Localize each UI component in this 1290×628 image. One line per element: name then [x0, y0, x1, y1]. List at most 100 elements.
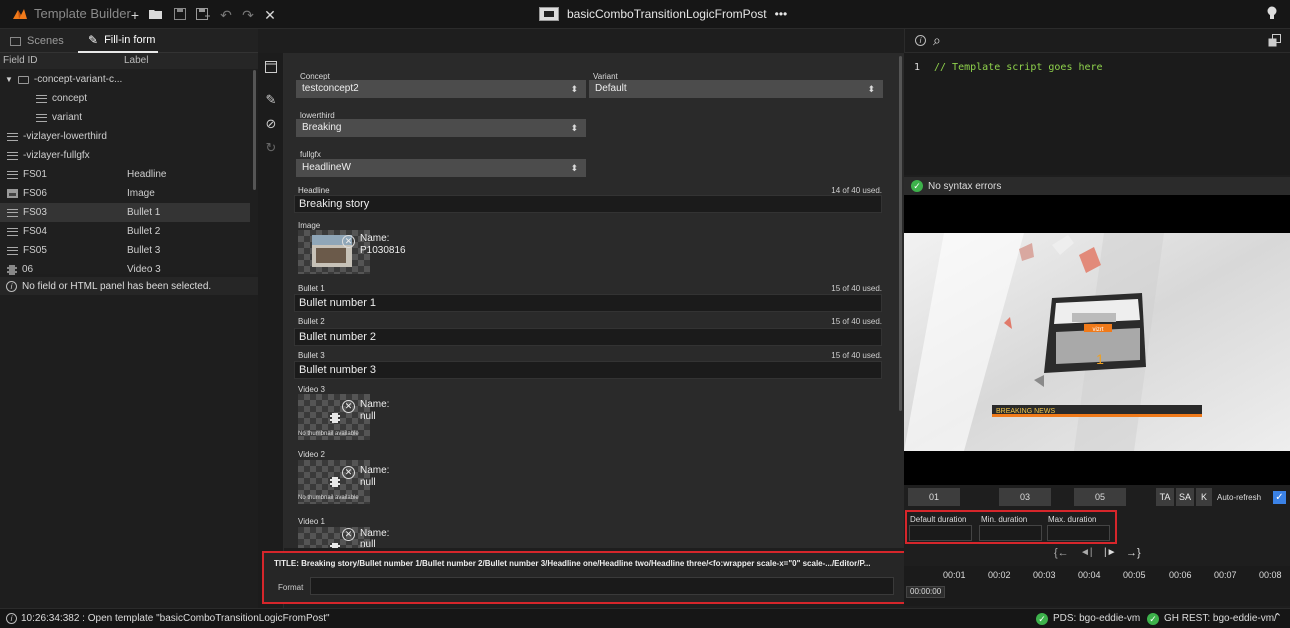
- undo-icon[interactable]: ↶: [218, 7, 234, 23]
- app-title-text: Template Builder: [34, 6, 131, 21]
- toggle-k[interactable]: K: [1196, 488, 1212, 506]
- headline-input[interactable]: Breaking story: [294, 195, 882, 213]
- bullet1-input[interactable]: Bullet number 1: [294, 294, 882, 312]
- chevron-up-icon[interactable]: ⌃: [1273, 611, 1282, 624]
- tree-row[interactable]: concept: [0, 89, 250, 108]
- gh-rest-status[interactable]: GH REST: bgo-eddie-vm/: [1164, 613, 1277, 624]
- marker-01[interactable]: 01: [908, 488, 960, 506]
- gh-rest-ok-icon: ✓: [1147, 613, 1159, 625]
- default-duration-input[interactable]: [909, 525, 972, 541]
- popout-icon[interactable]: [1268, 34, 1281, 50]
- format-input[interactable]: [310, 577, 894, 595]
- save-as-icon[interactable]: [195, 7, 211, 23]
- info-icon[interactable]: i: [915, 35, 926, 46]
- expand-arrow-icon[interactable]: ▼: [5, 70, 13, 89]
- save-icon[interactable]: [172, 7, 188, 23]
- variant-value: Default: [595, 83, 627, 94]
- tree-row-selected[interactable]: FS03 Bullet 1: [0, 203, 250, 222]
- field-label: Bullet 1: [127, 207, 161, 218]
- bullet3-input[interactable]: Bullet number 3: [294, 361, 882, 379]
- field-label: Image: [127, 188, 155, 199]
- close-icon[interactable]: ✕: [262, 7, 278, 23]
- redo-icon[interactable]: ↷: [240, 7, 256, 23]
- toggle-sa[interactable]: SA: [1176, 488, 1194, 506]
- go-to-end-icon[interactable]: →}: [1126, 547, 1141, 559]
- headline-label: Headline: [298, 186, 330, 195]
- clear-video1-icon[interactable]: ✕: [342, 528, 355, 541]
- field-list-scrollbar[interactable]: [253, 70, 256, 190]
- max-duration-label: Max. duration: [1048, 515, 1097, 524]
- lightbulb-icon[interactable]: [1266, 6, 1280, 22]
- script-toolbar: i ⌕: [904, 29, 1290, 53]
- step-back-icon[interactable]: ◄|: [1080, 547, 1093, 558]
- bullet2-input[interactable]: Bullet number 2: [294, 328, 882, 346]
- tick-label: 00:07: [1214, 570, 1237, 580]
- title-format-panel: TITLE: Breaking story/Bullet number 1/Bu…: [262, 551, 908, 604]
- lowerthird-select[interactable]: Breaking ⬍: [296, 119, 586, 137]
- field-id: FS03: [23, 207, 47, 218]
- bullet1-count: 15 of 40 used.: [831, 284, 882, 293]
- search-icon[interactable]: ⌕: [933, 32, 941, 49]
- concept-select[interactable]: testconcept2 ⬍: [296, 80, 586, 98]
- tree-row[interactable]: -vizlayer-lowerthird: [0, 127, 250, 146]
- edit-icon[interactable]: ✎: [264, 93, 278, 107]
- tree-row[interactable]: variant: [0, 108, 250, 127]
- folder-icon: [17, 75, 29, 84]
- clear-video3-icon[interactable]: ✕: [342, 400, 355, 413]
- panel-icon[interactable]: [264, 61, 278, 75]
- marker-05[interactable]: 05: [1074, 488, 1126, 506]
- tab-scenes[interactable]: Scenes: [0, 29, 78, 53]
- pds-ok-icon: ✓: [1036, 613, 1048, 625]
- open-folder-icon[interactable]: [148, 7, 164, 23]
- default-duration-label: Default duration: [910, 515, 967, 524]
- text-field-icon: [7, 132, 18, 141]
- form-scrollbar[interactable]: [899, 56, 902, 411]
- bullet3-count: 15 of 40 used.: [831, 351, 882, 360]
- marker-03[interactable]: 03: [999, 488, 1051, 506]
- tree-row[interactable]: ▼ -concept-variant-c...: [0, 70, 250, 89]
- no-selection-message: No field or HTML panel has been selected…: [22, 280, 212, 292]
- current-time[interactable]: 00:00:00: [906, 586, 946, 598]
- label-column[interactable]: Label: [124, 55, 148, 66]
- auto-refresh-checkbox[interactable]: ✓: [1273, 491, 1286, 504]
- clear-video2-icon[interactable]: ✕: [342, 466, 355, 479]
- toggle-ta[interactable]: TA: [1156, 488, 1174, 506]
- edit-form-icon: ✎: [88, 33, 99, 47]
- tab-scenes-label: Scenes: [27, 35, 64, 47]
- go-to-start-icon[interactable]: {←: [1054, 547, 1069, 559]
- min-duration-input[interactable]: [979, 525, 1042, 541]
- video3-name-label: Name:: [360, 399, 390, 410]
- refresh-icon[interactable]: ↻: [264, 141, 278, 155]
- tick-label: 00:05: [1123, 570, 1146, 580]
- film-icon: [330, 543, 340, 548]
- preview-card-text: vizrt: [1093, 327, 1104, 333]
- more-options-button[interactable]: •••: [775, 7, 788, 21]
- field-id: -vizlayer-lowerthird: [23, 131, 107, 142]
- fullgfx-select[interactable]: HeadlineW ⬍: [296, 159, 586, 177]
- tree-row[interactable]: FS05 Bullet 3: [0, 241, 250, 260]
- clear-image-icon[interactable]: ✕: [342, 235, 355, 248]
- scene-preview[interactable]: vizrt 1 BREAKING NEWS: [904, 195, 1290, 485]
- link-visibility-icon[interactable]: ⊘: [264, 117, 278, 131]
- variant-select[interactable]: Default ⬍: [589, 80, 883, 98]
- text-field-icon: [36, 113, 47, 122]
- new-icon[interactable]: +: [127, 7, 143, 23]
- field-id: FS05: [23, 245, 47, 256]
- syntax-status: ✓ No syntax errors: [904, 177, 1290, 195]
- image-field-icon: [7, 189, 18, 198]
- tab-fill-in-form[interactable]: ✎ Fill-in form: [78, 29, 158, 53]
- max-duration-input[interactable]: [1047, 525, 1110, 541]
- tree-row[interactable]: FS06 Image: [0, 184, 250, 203]
- tree-row[interactable]: FS01 Headline: [0, 165, 250, 184]
- tick-label: 00:01: [943, 570, 966, 580]
- bullet2-label: Bullet 2: [298, 317, 325, 326]
- pds-status[interactable]: PDS: bgo-eddie-vm: [1053, 613, 1140, 624]
- script-editor[interactable]: 1 // Template script goes here: [904, 53, 1290, 175]
- tree-row[interactable]: -vizlayer-fullgfx: [0, 146, 250, 165]
- bullet2-count: 15 of 40 used.: [831, 317, 882, 326]
- tick-label: 00:06: [1169, 570, 1192, 580]
- fullgfx-value: HeadlineW: [302, 162, 351, 173]
- tree-row[interactable]: FS04 Bullet 2: [0, 222, 250, 241]
- play-icon[interactable]: |►: [1104, 547, 1117, 558]
- field-id-column[interactable]: Field ID: [3, 55, 37, 66]
